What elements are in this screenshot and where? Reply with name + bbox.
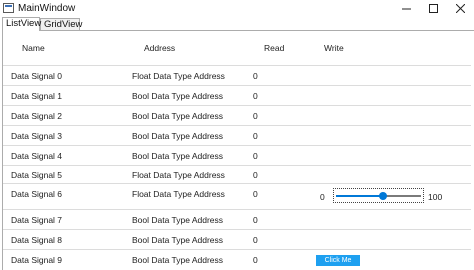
row-read-value: 0 — [253, 170, 258, 180]
row-address: Bool Data Type Address — [132, 255, 224, 265]
table-row[interactable]: Data Signal 8 Bool Data Type Address 0 — [3, 229, 471, 249]
table-row[interactable]: Data Signal 0 Float Data Type Address 0 — [3, 65, 471, 85]
tab-listview[interactable]: ListView — [2, 17, 41, 31]
table-row[interactable]: Data Signal 3 Bool Data Type Address 0 — [3, 125, 471, 145]
row-name: Data Signal 7 — [11, 215, 63, 225]
close-button[interactable] — [447, 0, 473, 17]
maximize-icon — [428, 4, 438, 13]
slider-thumb[interactable] — [378, 192, 387, 200]
window-title: MainWindow — [18, 3, 76, 14]
table-row[interactable]: Data Signal 2 Bool Data Type Address 0 — [3, 105, 471, 125]
row-address: Bool Data Type Address — [132, 91, 224, 101]
row-name: Data Signal 4 — [11, 151, 63, 161]
row-address: Float Data Type Address — [132, 170, 225, 180]
row-address: Bool Data Type Address — [132, 111, 224, 121]
click-me-button[interactable]: Click Me — [316, 255, 360, 266]
minimize-icon — [401, 8, 411, 10]
column-header-write[interactable]: Write — [324, 43, 344, 53]
tab-strip: ListView GridView — [0, 17, 474, 31]
row-read-value: 0 — [253, 111, 258, 121]
table-row[interactable]: Data Signal 5 Float Data Type Address 0 — [3, 165, 471, 183]
write-slider[interactable] — [333, 188, 424, 203]
row-address: Bool Data Type Address — [132, 235, 224, 245]
title-bar: MainWindow — [0, 0, 474, 17]
table-row[interactable]: Data Signal 1 Bool Data Type Address 0 — [3, 85, 471, 105]
row-read-value: 0 — [253, 235, 258, 245]
row-name: Data Signal 3 — [11, 131, 63, 141]
row-address: Float Data Type Address — [132, 71, 225, 81]
row-name: Data Signal 2 — [11, 111, 63, 121]
slider-max-label: 100 — [428, 192, 443, 202]
row-address: Bool Data Type Address — [132, 131, 224, 141]
column-header-name[interactable]: Name — [22, 43, 45, 53]
minimize-button[interactable] — [393, 0, 419, 17]
row-read-value: 0 — [253, 215, 258, 225]
window-icon — [3, 3, 14, 13]
row-read-value: 0 — [253, 131, 258, 141]
table-row[interactable]: Data Signal 9 Bool Data Type Address 0 C… — [3, 249, 471, 270]
row-read-value: 0 — [253, 71, 258, 81]
main-window: MainWindow ListView GridView Name Addres… — [0, 0, 474, 270]
close-icon — [455, 4, 465, 13]
table-row[interactable]: Data Signal 4 Bool Data Type Address 0 — [3, 145, 471, 165]
row-name: Data Signal 0 — [11, 71, 63, 81]
table-row[interactable]: Data Signal 6 Float Data Type Address 0 … — [3, 183, 471, 209]
slider-min-label: 0 — [320, 192, 325, 202]
column-header-read[interactable]: Read — [264, 43, 284, 53]
row-address: Bool Data Type Address — [132, 215, 224, 225]
row-read-value: 0 — [253, 151, 258, 161]
row-name: Data Signal 9 — [11, 255, 63, 265]
row-read-value: 0 — [253, 255, 258, 265]
row-read-value: 0 — [253, 91, 258, 101]
row-name: Data Signal 6 — [11, 189, 63, 199]
slider-fill — [336, 195, 383, 197]
table-row[interactable]: Data Signal 7 Bool Data Type Address 0 — [3, 209, 471, 229]
column-header-address[interactable]: Address — [144, 43, 175, 53]
row-address: Bool Data Type Address — [132, 151, 224, 161]
row-address: Float Data Type Address — [132, 189, 225, 199]
maximize-button[interactable] — [420, 0, 446, 17]
row-name: Data Signal 5 — [11, 170, 63, 180]
row-read-value: 0 — [253, 189, 258, 199]
row-name: Data Signal 8 — [11, 235, 63, 245]
row-name: Data Signal 1 — [11, 91, 63, 101]
